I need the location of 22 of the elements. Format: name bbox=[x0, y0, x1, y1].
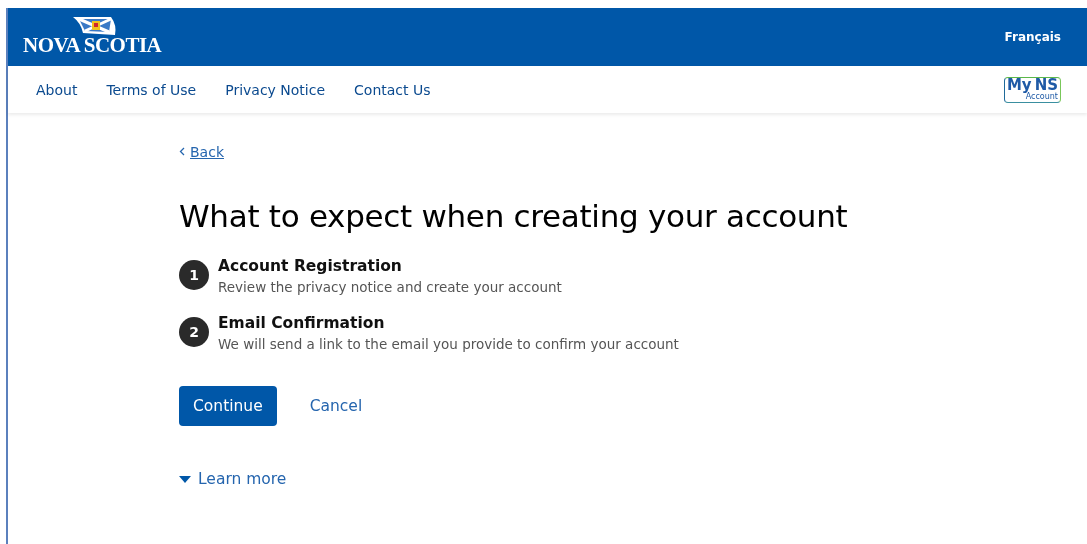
learn-more-link[interactable]: Learn more bbox=[198, 470, 287, 488]
nova-scotia-logo-text[interactable]: NOVA SCOTIA bbox=[23, 35, 162, 56]
logo-text: NS bbox=[1034, 77, 1058, 93]
page-heading: What to expect when creating your account bbox=[179, 198, 849, 234]
nav-link[interactable]: Terms of Use bbox=[106, 81, 197, 98]
step-title: Email Confirmation bbox=[218, 313, 386, 334]
continue-button[interactable]: Continue bbox=[179, 386, 277, 426]
caret-down-icon bbox=[179, 475, 191, 483]
nav-link[interactable]: Privacy Notice bbox=[225, 81, 326, 98]
step-description: We will send a link to the email you provide to confirm your account bbox=[218, 335, 679, 354]
step-description: Review the privacy notice and create your account bbox=[218, 278, 562, 297]
step-number: 1 bbox=[179, 260, 209, 290]
step-title: Account Registration bbox=[218, 256, 403, 277]
back-link[interactable]: Back bbox=[190, 143, 224, 160]
language-link[interactable]: Français bbox=[1004, 30, 1061, 44]
nav-link[interactable]: About bbox=[36, 81, 78, 98]
logo-subtext: Account bbox=[1025, 92, 1058, 101]
step-number: 2 bbox=[179, 317, 209, 347]
logo-text: My bbox=[1006, 77, 1032, 93]
nav-link[interactable]: Contact Us bbox=[354, 81, 431, 98]
chevron-left-icon bbox=[179, 147, 185, 156]
cancel-link[interactable]: Cancel bbox=[309, 397, 363, 415]
